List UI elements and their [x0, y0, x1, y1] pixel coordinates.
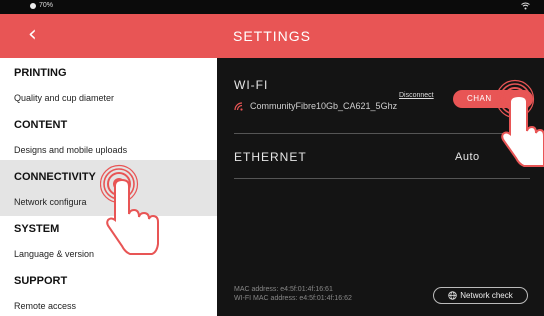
header-bar: ‹ SETTINGS [0, 14, 544, 58]
wifi-mac-address: WI-FI MAC address: e4:5f:01:4f:16:62 [234, 295, 352, 302]
change-network-button[interactable]: CHAN [453, 90, 533, 108]
wifi-signal-icon [234, 101, 243, 111]
disconnect-link[interactable]: Disconnect [399, 92, 434, 99]
sidebar-item-quality[interactable]: Quality and cup diameter [0, 85, 217, 111]
battery-icon [30, 2, 36, 9]
network-check-label: Network check [460, 291, 513, 300]
page-title: SETTINGS [232, 28, 311, 44]
ethernet-mode-value[interactable]: Auto [455, 151, 480, 163]
mac-address-info: MAC address: e4:5f:01:4f:16:61 WI-FI MAC… [234, 285, 352, 303]
wifi-icon [521, 2, 530, 10]
ethernet-section-title: ETHERNET [234, 150, 307, 164]
mac-address: MAC address: e4:5f:01:4f:16:61 [234, 286, 333, 293]
battery-indicator: 70% [30, 2, 53, 9]
sidebar-group-printing: PRINTING [14, 67, 67, 79]
sidebar-group-connectivity: CONNECTIVITY [14, 171, 96, 183]
wifi-network-row: CommunityFibre10Gb_CA621_5Ghz [234, 101, 397, 111]
sidebar-item-network-configuration[interactable]: Network configura [0, 189, 217, 215]
sidebar-group-support: SUPPORT [14, 275, 68, 287]
wifi-section-title: WI-FI [234, 78, 269, 92]
sidebar-group-system: SYSTEM [14, 223, 60, 235]
sidebar-item-remote-access[interactable]: Remote access [0, 293, 217, 316]
status-bar: 70% [0, 0, 544, 14]
sidebar-item-designs[interactable]: Designs and mobile uploads [0, 137, 217, 163]
sidebar-item-language[interactable]: Language & version [0, 241, 217, 267]
wifi-divider [234, 133, 530, 134]
network-check-button[interactable]: Network check [433, 287, 528, 304]
globe-icon [448, 291, 457, 300]
sidebar: PRINTING Quality and cup diameter CONTEN… [0, 58, 217, 316]
connectivity-panel: WI-FI CommunityFibre10Gb_CA621_5Ghz Disc… [217, 58, 544, 316]
wifi-network-name: CommunityFibre10Gb_CA621_5Ghz [250, 101, 398, 111]
battery-level: 70% [39, 2, 54, 9]
sidebar-group-content: CONTENT [14, 119, 68, 131]
ethernet-divider [234, 178, 530, 179]
